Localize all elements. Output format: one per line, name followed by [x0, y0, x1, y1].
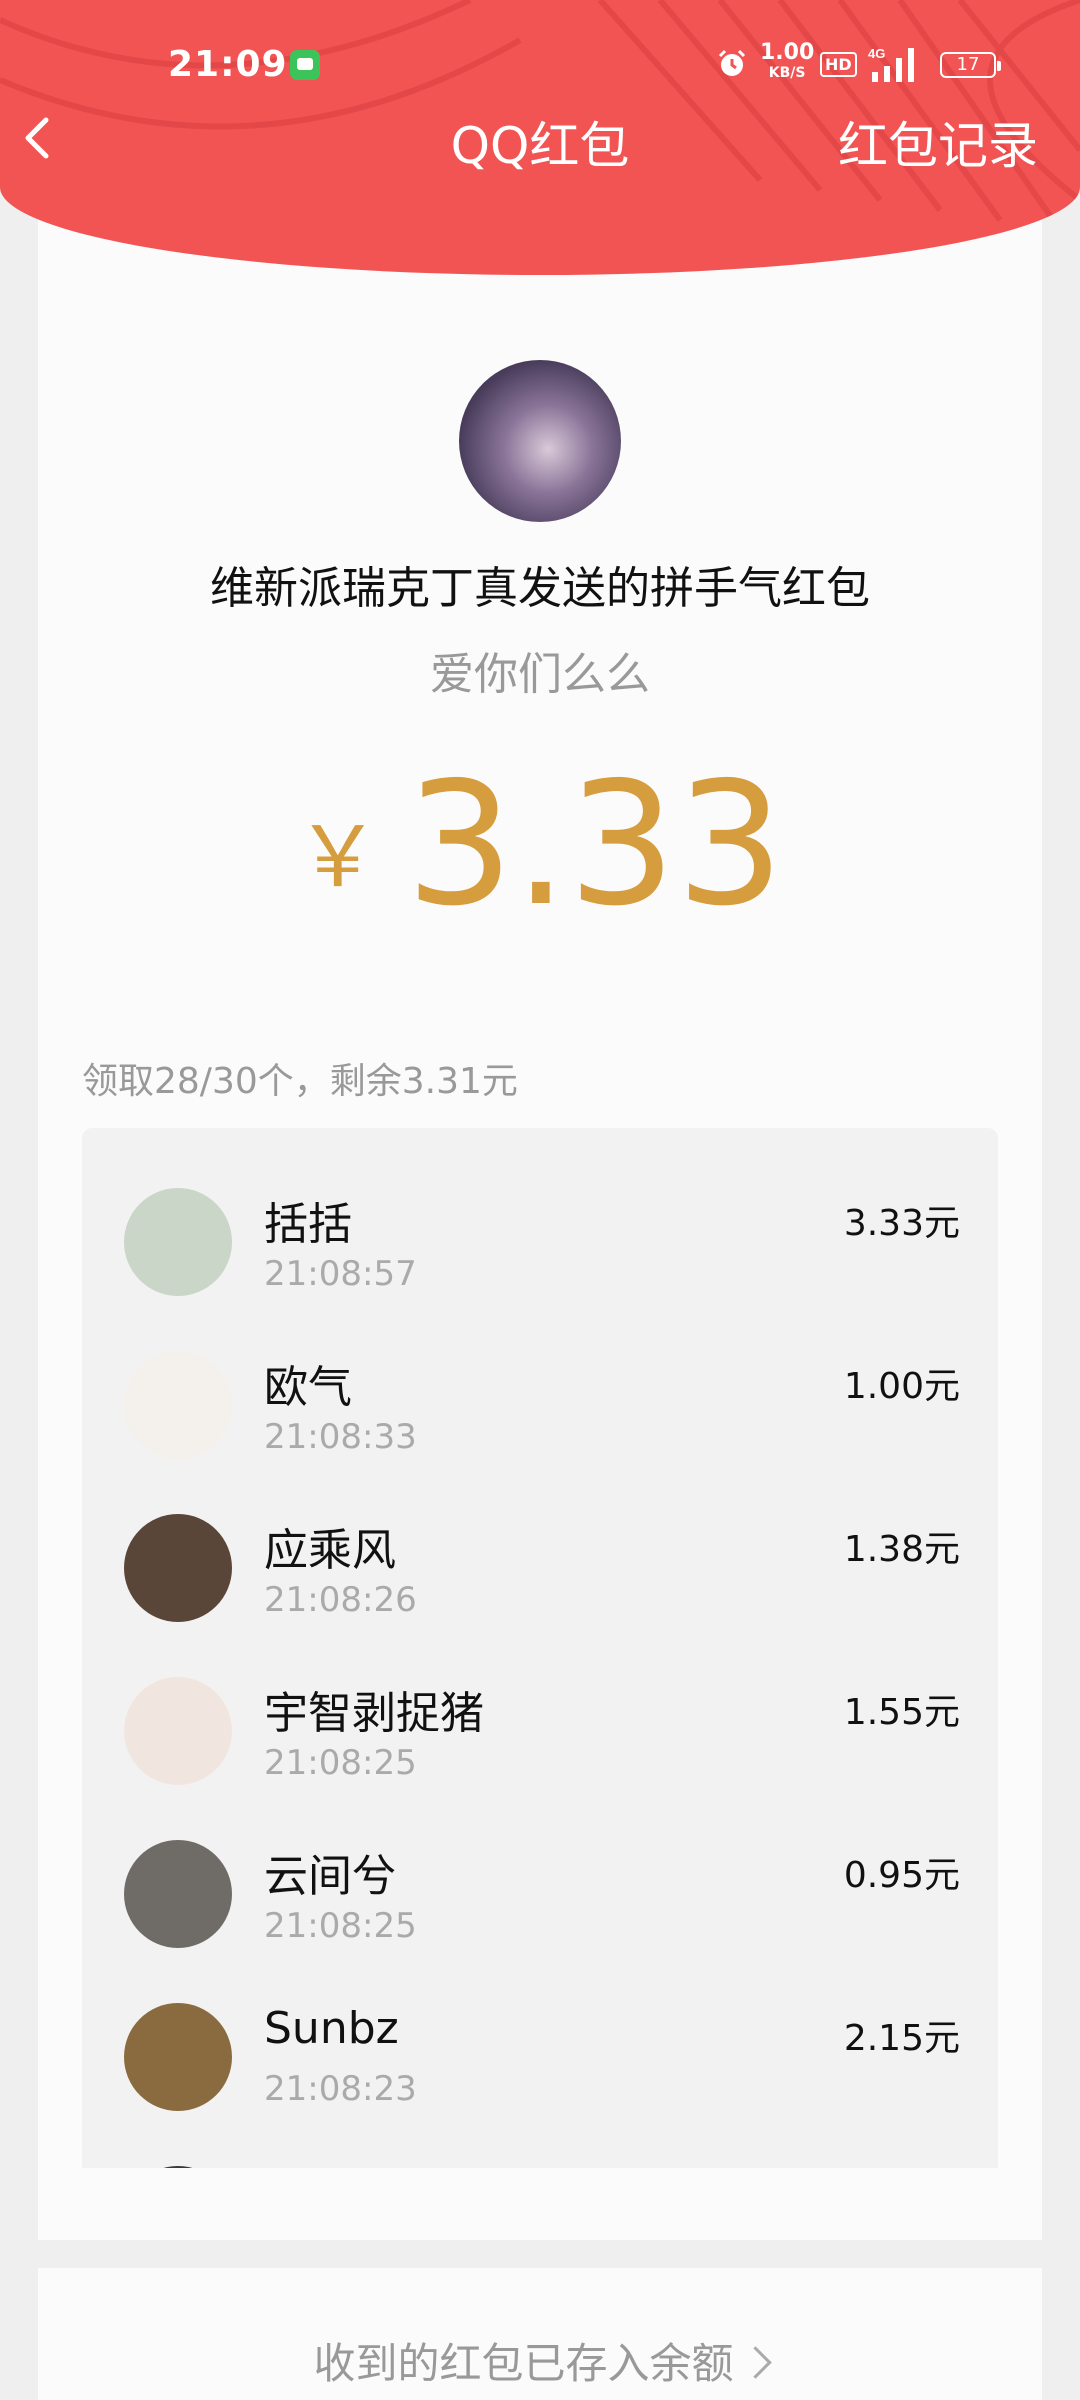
red-packet-records-link[interactable]: 红包记录 [838, 106, 1038, 178]
battery-icon: 17 [940, 52, 1001, 78]
received-amount: ￥ 3.33 [0, 760, 1080, 930]
claim-amount: 0.95元 [843, 1855, 960, 1896]
list-item[interactable]: 云间兮 21:08:25 0.95元 [82, 1780, 998, 1948]
net-speed: 1.00 KB/S [760, 40, 815, 81]
status-time: 21:09 [168, 44, 288, 85]
amount-value: 3.33 [405, 746, 785, 944]
hd-badge: HD [820, 52, 857, 77]
net-speed-value: 1.00 [760, 40, 815, 65]
avatar[interactable] [124, 1188, 232, 1296]
nav-bar: QQ红包 红包记录 [0, 100, 1080, 180]
status-bar: 21:09 1.00 KB/S HD 4G 17 [0, 38, 1080, 98]
list-item[interactable]: 括括 21:08:57 3.33元 [82, 1128, 998, 1296]
claim-time: 21:08:57 [264, 1254, 417, 1294]
message-notification-icon [290, 50, 320, 80]
list-item[interactable] [82, 2106, 998, 2168]
envelope-wish: 爱你们么么 [430, 649, 650, 700]
recipient-name: 云间兮 [264, 1851, 396, 1902]
avatar[interactable] [124, 2003, 232, 2111]
list-item[interactable]: Sunbz 21:08:23 2.15元 [82, 1943, 998, 2111]
claim-amount: 3.33元 [843, 1203, 960, 1244]
chevron-right-icon [738, 2346, 772, 2379]
list-item[interactable]: 应乘风 21:08:26 1.38元 [82, 1454, 998, 1622]
recipient-name: 宇智剥捉猪 [264, 1688, 484, 1739]
claim-time: 21:08:23 [264, 2069, 417, 2109]
claim-amount: 1.38元 [843, 1529, 960, 1570]
avatar[interactable] [124, 1351, 232, 1459]
balance-notice-text: 收到的红包已存入余额 [313, 2339, 734, 2388]
list-item[interactable]: 宇智剥捉猪 21:08:25 1.55元 [82, 1617, 998, 1785]
claim-time: 21:08:26 [264, 1580, 417, 1620]
avatar[interactable] [124, 1840, 232, 1948]
network-type-label: 4G [868, 46, 885, 61]
sender-avatar[interactable] [459, 360, 621, 522]
avatar[interactable] [124, 1677, 232, 1785]
sender-description: 维新派瑞克丁真发送的拼手气红包 [210, 563, 870, 614]
recipient-name: 欧气 [264, 1362, 352, 1413]
claim-amount: 1.00元 [843, 1366, 960, 1407]
recipient-name: 括括 [264, 1199, 352, 1250]
claim-amount: 1.55元 [843, 1692, 960, 1733]
alarm-icon [718, 49, 746, 76]
claim-time: 21:08:25 [264, 1743, 417, 1783]
claim-summary: 领取28/30个，剩余3.31元 [82, 1061, 518, 1102]
battery-level: 17 [956, 54, 980, 75]
net-speed-unit: KB/S [768, 65, 806, 81]
claim-time: 21:08:33 [264, 1417, 417, 1457]
currency-symbol: ￥ [295, 808, 380, 906]
claim-amount: 2.15元 [843, 2018, 960, 2059]
recipient-name: Sunbz [264, 2003, 399, 2054]
recipient-name: 应乘风 [264, 1525, 396, 1576]
avatar[interactable] [124, 1514, 232, 1622]
signal-icon: 4G [868, 46, 914, 82]
claim-records-list: 括括 21:08:57 3.33元 欧气 21:08:33 1.00元 应乘风 … [82, 1128, 998, 2168]
claim-time: 21:08:25 [264, 1906, 417, 1946]
list-item[interactable]: 欧气 21:08:33 1.00元 [82, 1291, 998, 1459]
avatar[interactable] [124, 2166, 232, 2168]
balance-notice-link[interactable]: 收到的红包已存入余额 [0, 2330, 1080, 2391]
